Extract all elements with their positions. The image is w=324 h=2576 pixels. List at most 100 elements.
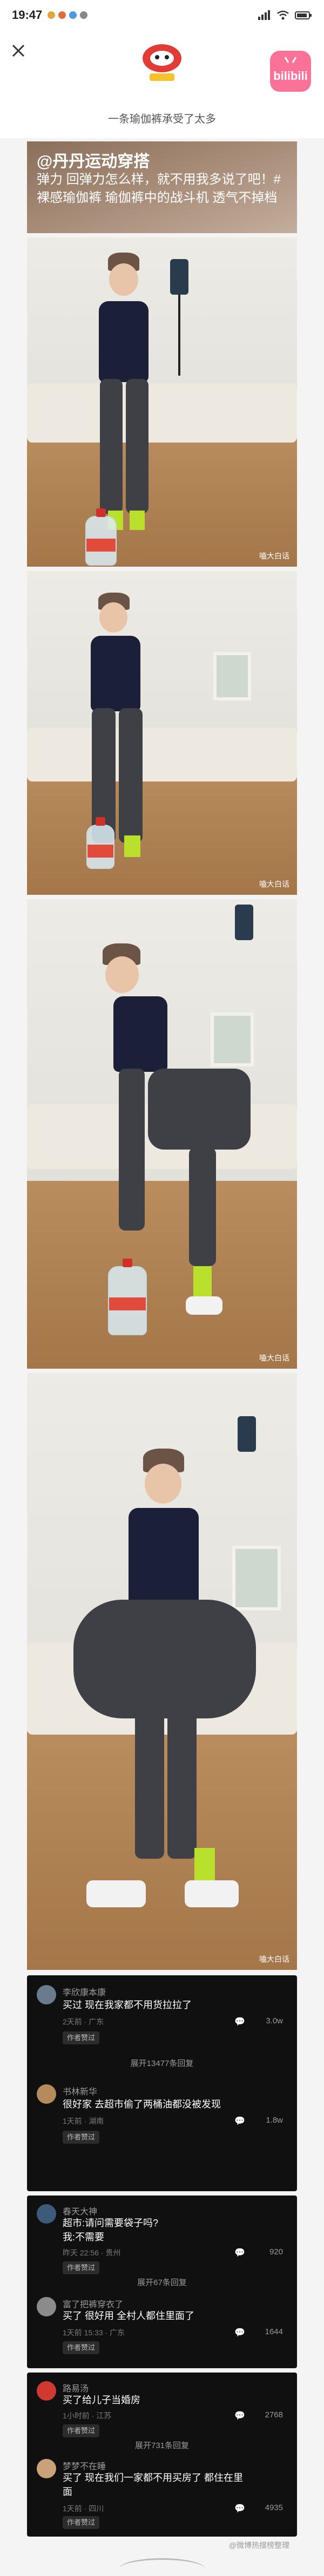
notification-icons: [48, 11, 88, 19]
water-bottle: [86, 817, 114, 869]
comment-author[interactable]: 李欣康本康: [63, 1985, 106, 1998]
avatar[interactable]: [37, 2084, 56, 2104]
person-leg-left: [135, 1708, 164, 1859]
video-watermark: 嗑大白话: [259, 880, 289, 888]
comment-icon[interactable]: 💬: [234, 2503, 245, 2514]
comment-meta: 1天前 15:33 · 广东: [63, 2328, 125, 2337]
comment-author[interactable]: 梦梦不在睡: [63, 2459, 106, 2472]
bilibili-badge[interactable]: bilibili: [270, 51, 311, 92]
comment-meta: 昨天 22:56 · 贵州: [63, 2248, 121, 2257]
person-sock: [193, 1266, 212, 1299]
comments-panel-1: 李欣康本康 买过 现在我家都不用货拉拉了 2天前 · 广东 💬 3.0w 作者赞…: [27, 1975, 297, 2191]
person-leg-right: [119, 708, 143, 843]
person-leg-left: [100, 379, 123, 514]
top-bar: bilibili 一条瑜伽裤承受了太多: [0, 30, 324, 138]
comment-meta: 1小时前 · 江苏: [63, 2411, 112, 2420]
video-watermark: 嗑大白话: [259, 1955, 289, 1963]
comment-text: 买了给儿子当婚房: [63, 2395, 140, 2405]
video-frame-2[interactable]: 嗑大白话: [27, 571, 297, 895]
person-top: [91, 636, 140, 711]
stretched-pants: [148, 1069, 251, 1150]
comment: 梦梦不在睡 买了 现在我们一家都不用买房了 都住在里面 1天前 · 四川 💬 4…: [27, 2456, 297, 2531]
avatar[interactable]: [37, 2381, 56, 2401]
comment-author[interactable]: 书林新华: [63, 2084, 97, 2097]
comment-text: 买了 很好用 全村人都住里面了: [63, 2310, 195, 2321]
comment: 富了把裤穿衣了 买了 很好用 全村人都住里面了 1天前 15:33 · 广东 💬…: [27, 2294, 297, 2364]
comment-meta: 2天前 · 广东: [63, 2017, 104, 2026]
app-notification-icon: [69, 11, 77, 19]
comment-icon[interactable]: 💬: [234, 2410, 245, 2421]
expand-replies-button[interactable]: 展开731条回复: [27, 2439, 297, 2451]
signal-icon: [258, 10, 270, 20]
person-leg-left: [119, 1069, 145, 1231]
tripod: [178, 295, 180, 376]
author-liked-badge: 作者赞过: [63, 2261, 100, 2274]
video-frame-3[interactable]: 嗑大白话: [27, 899, 297, 1369]
comment-icon[interactable]: 💬: [234, 2247, 245, 2258]
phone-on-tripod-icon: [235, 905, 253, 940]
water-bottle: [108, 1259, 147, 1335]
comments-panel-2: 春天大神 超市:请问需要袋子吗? 我:不需要 昨天 22:56 · 贵州 💬 9…: [27, 2196, 297, 2368]
person-head: [99, 602, 127, 633]
comment-author[interactable]: 富了把裤穿衣了: [63, 2297, 123, 2310]
avatar[interactable]: [37, 2459, 56, 2478]
avatar[interactable]: [37, 2204, 56, 2224]
author-liked-badge: 作者赞过: [63, 2031, 100, 2044]
video-frame-1[interactable]: 嗑大白话: [27, 237, 297, 567]
avatar[interactable]: [37, 1985, 56, 2004]
close-button[interactable]: [9, 41, 28, 60]
comment: 李欣康本康 买过 现在我家都不用货拉拉了 2天前 · 广东 💬 3.0w 作者赞…: [27, 1982, 297, 2063]
expand-replies-button[interactable]: 展开67条回复: [27, 2276, 297, 2288]
floor: [27, 435, 297, 567]
stretched-pants: [73, 1600, 256, 1718]
app-notification-icon: [48, 11, 56, 19]
comment-icon[interactable]: 💬: [234, 2016, 245, 2027]
app-notification-icon: [58, 11, 66, 19]
author-liked-badge: 作者赞过: [63, 2131, 100, 2144]
close-icon: [12, 44, 25, 57]
comment-icon[interactable]: 💬: [234, 2116, 245, 2126]
status-right-icons: [258, 10, 312, 20]
comment-author[interactable]: 路易汤: [63, 2381, 89, 2394]
person-head: [145, 1464, 181, 1504]
page: 19:47 bilibili 一条瑜伽裤承受了太多 @丹丹运动穿搭 弹力 回弹力…: [0, 0, 324, 2576]
video-frame-4[interactable]: 嗑大白话: [27, 1373, 297, 1970]
comment-text: 超市:请问需要袋子吗? 我:不需要: [63, 2218, 159, 2242]
footer-watermark: @微博热搜榜整理: [228, 2541, 289, 2550]
bilibili-label: bilibili: [273, 69, 308, 83]
like-count[interactable]: 2768: [265, 2410, 283, 2419]
like-count[interactable]: 4935: [265, 2503, 283, 2512]
water-bottle: [85, 508, 117, 566]
person-head: [109, 263, 138, 296]
like-count[interactable]: 1.8w: [266, 2116, 283, 2125]
avatar[interactable]: [37, 2297, 56, 2316]
comment-author[interactable]: 春天大神: [63, 2204, 97, 2217]
person-leg-right: [167, 1708, 197, 1859]
status-bar: 19:47: [0, 0, 324, 30]
author-liked-badge: 作者赞过: [63, 2424, 100, 2437]
person-leg-right: [189, 1147, 216, 1266]
like-count[interactable]: 1644: [265, 2327, 283, 2336]
wall-picture: [213, 652, 251, 701]
channel-logo-icon: [143, 44, 181, 81]
gesture-bar[interactable]: [119, 2558, 205, 2576]
comment-meta: 1天前 · 四川: [63, 2504, 104, 2513]
like-count[interactable]: 920: [269, 2247, 283, 2256]
person-top: [113, 996, 167, 1072]
comments-panel-3: 路易汤 买了给儿子当婚房 1小时前 · 江苏 💬 2768 作者赞过 展开731…: [27, 2373, 297, 2537]
caption-title: @丹丹运动穿搭: [37, 153, 150, 171]
person-sock: [130, 511, 145, 530]
caption-card: @丹丹运动穿搭 弹力 回弹力怎么样，就不用我多说了吧！#裸感瑜伽裤 瑜伽裤中的战…: [27, 141, 297, 233]
like-count[interactable]: 3.0w: [266, 2016, 283, 2026]
comment-meta: 1天前 · 湖南: [63, 2117, 104, 2125]
video-watermark: 嗑大白话: [259, 1354, 289, 1362]
expand-replies-button[interactable]: 展开13477条回复: [27, 2057, 297, 2069]
comment-icon[interactable]: 💬: [234, 2327, 245, 2338]
floor: [27, 765, 297, 895]
comment: 路易汤 买了给儿子当婚房 1小时前 · 江苏 💬 2768 作者赞过: [27, 2378, 297, 2448]
comment-text: 买过 现在我家都不用货拉拉了: [63, 2000, 192, 2010]
floor: [27, 1181, 297, 1369]
comment: 春天大神 超市:请问需要袋子吗? 我:不需要 昨天 22:56 · 贵州 💬 9…: [27, 2201, 297, 2282]
slipper: [186, 1296, 222, 1315]
caption-body: 弹力 回弹力怎么样，就不用我多说了吧！#裸感瑜伽裤 瑜伽裤中的战斗机 透气不掉档: [37, 172, 281, 205]
